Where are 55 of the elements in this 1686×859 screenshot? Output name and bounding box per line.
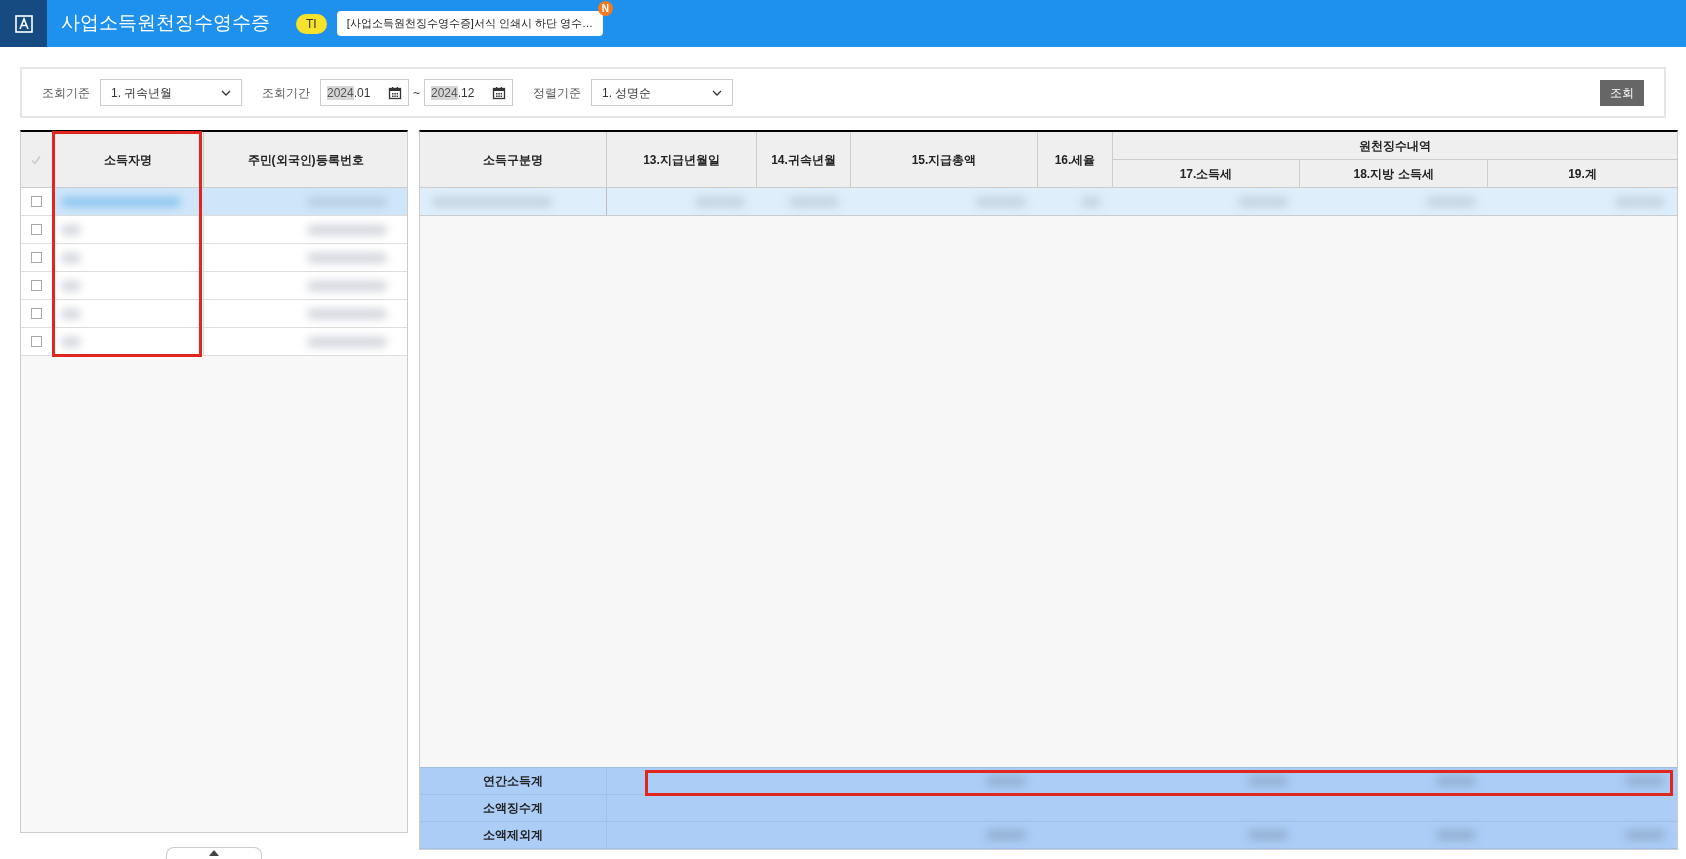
blurred-text: [1625, 776, 1665, 786]
checkbox[interactable]: [30, 280, 42, 291]
grid-row[interactable]: [21, 328, 407, 356]
footer-label: 소액제외계: [420, 822, 607, 848]
filter-label: 정렬기준: [533, 84, 581, 102]
check-icon[interactable]: [30, 153, 43, 166]
footer-label: 소액징수계: [420, 795, 607, 821]
column-header: 14.귀속년월: [757, 132, 851, 187]
column-header: 주민(외국인)등록번호: [246, 151, 365, 169]
footer-label: 연간소득계: [420, 768, 607, 794]
dropdown[interactable]: 1. 성명순: [591, 79, 733, 106]
checkbox[interactable]: [30, 252, 42, 263]
date-field[interactable]: 2024.01: [320, 79, 409, 106]
search-button[interactable]: 조회: [1600, 79, 1644, 106]
caret-up-icon: [209, 850, 219, 859]
blurred-text: [986, 776, 1026, 786]
checkbox[interactable]: [30, 224, 42, 235]
notice-bubble[interactable]: [사업소득원천징수영수증]서식 인쇄시 하단 영수…: [336, 11, 603, 36]
column-header: 소득구분명: [420, 132, 607, 187]
blurred-text: [60, 224, 81, 235]
column-header: 소득자명: [52, 132, 205, 187]
column-header: 17.소득세: [1113, 160, 1300, 187]
calendar-icon[interactable]: [388, 85, 402, 100]
chevron-icon: [221, 89, 231, 96]
blurred-text: [1248, 776, 1288, 786]
column-header: 15.지급총액: [851, 132, 1038, 187]
blurred-text: [60, 336, 81, 347]
column-header: 19.계: [1567, 165, 1598, 183]
page-title: 사업소득원천징수영수증: [61, 11, 270, 36]
blurred-text: [1248, 830, 1288, 840]
checkbox[interactable]: [30, 336, 42, 347]
blurred-text: [60, 252, 81, 263]
column-header: 18.지방 소득세: [1300, 160, 1488, 187]
calendar-icon[interactable]: [492, 85, 506, 100]
filter-label: 조회기준: [42, 84, 90, 102]
blurred-text: [60, 280, 81, 291]
checkbox[interactable]: [30, 308, 42, 319]
blurred-text: [1436, 776, 1476, 786]
column-header: 16.세율: [1038, 132, 1113, 187]
date-field[interactable]: 2024.12: [424, 79, 513, 106]
filter-label: 조회기간: [262, 84, 310, 102]
collapse-tab[interactable]: [166, 847, 262, 859]
blurred-text: [60, 308, 81, 319]
new-badge: N: [597, 1, 613, 16]
app-logo[interactable]: [0, 0, 47, 47]
blurred-text: [1625, 830, 1665, 840]
blurred-text: [1436, 830, 1476, 840]
range-separator: ~: [413, 84, 420, 102]
column-group-header: 원천징수내역: [1113, 132, 1677, 160]
checkbox[interactable]: [30, 196, 42, 207]
dropdown[interactable]: 1. 귀속년월: [100, 79, 242, 106]
chevron-icon: [712, 89, 722, 96]
column-header: 13.지급년월일: [607, 132, 757, 187]
blurred-text: [986, 830, 1026, 840]
ti-badge[interactable]: TI: [296, 13, 327, 34]
